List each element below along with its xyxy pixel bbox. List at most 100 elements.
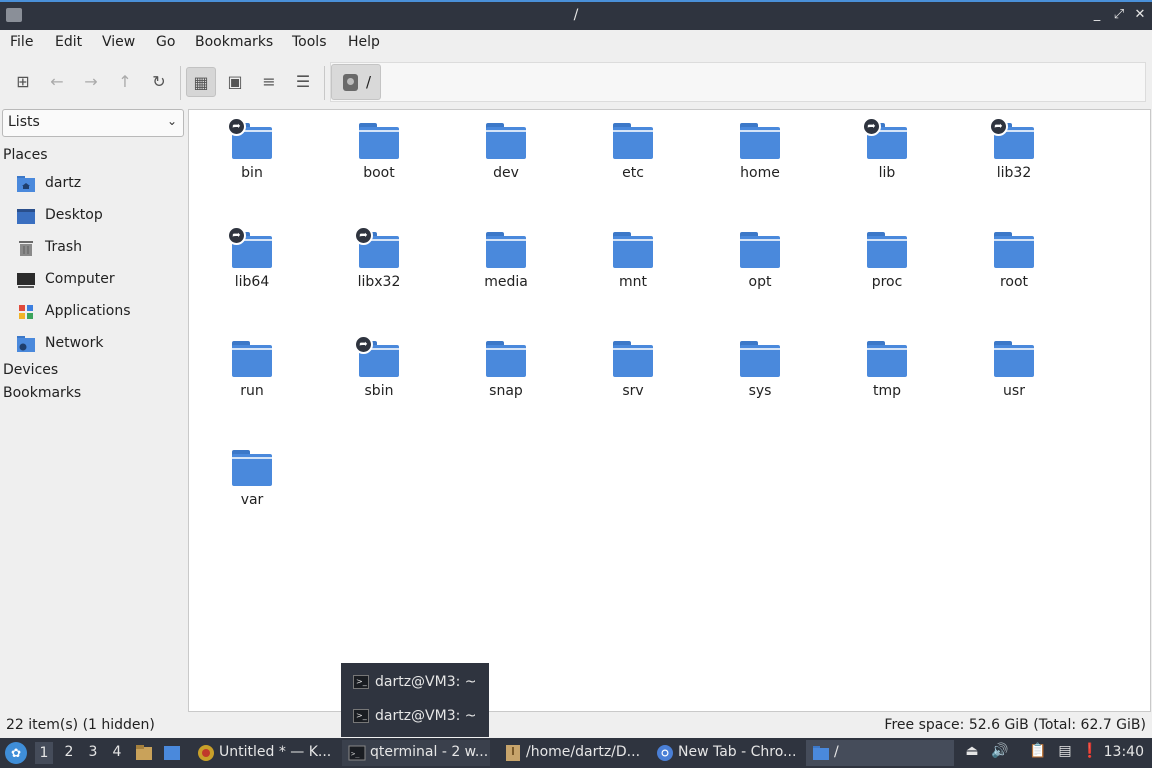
workspace-2[interactable]: 2 (60, 744, 78, 760)
folder-item[interactable]: media (451, 222, 561, 312)
folder-item[interactable]: ➦ libx32 (324, 222, 434, 312)
folder-item[interactable]: ➦ bin (197, 113, 307, 203)
places-heading[interactable]: Places (3, 147, 48, 163)
folder-item[interactable]: srv (578, 331, 688, 421)
folder-icon (359, 123, 399, 159)
volume-icon[interactable]: 🔊 (990, 743, 1010, 763)
task-kate[interactable]: Untitled * — K... (191, 740, 341, 766)
popup-window-label: dartz@VM3: ~ (375, 708, 477, 724)
folder-item[interactable]: opt (705, 222, 815, 312)
task-file-manager[interactable]: / (806, 740, 954, 766)
folder-icon (740, 232, 780, 268)
folder-name: lib64 (234, 274, 270, 290)
folder-name: sbin (364, 383, 394, 399)
popup-window-label: dartz@VM3: ~ (375, 674, 477, 690)
tray-eject-icon[interactable]: ⏏ (962, 743, 982, 763)
network-tray-icon[interactable]: ▤ (1055, 743, 1075, 763)
folder-name: lib (878, 165, 896, 181)
menu-edit[interactable]: Edit (55, 34, 82, 50)
sidebar-item-label: Trash (45, 239, 82, 255)
menu-tools[interactable]: Tools (292, 34, 327, 50)
folder-item[interactable]: ➦ sbin (324, 331, 434, 421)
maximize-icon[interactable]: ⤢ (1110, 6, 1128, 24)
menu-help[interactable]: Help (348, 34, 380, 50)
folder-name: lib32 (996, 165, 1032, 181)
popup-window-item[interactable]: >_ dartz@VM3: ~ (351, 670, 487, 696)
workspace-1[interactable]: 1 (35, 742, 53, 764)
folder-item[interactable]: sys (705, 331, 815, 421)
task-chromium[interactable]: New Tab - Chro... (650, 740, 802, 766)
folder-name: mnt (619, 274, 647, 290)
folder-item[interactable]: var (197, 440, 307, 530)
devices-heading[interactable]: Devices (3, 362, 58, 378)
window-title: / (573, 7, 579, 23)
workspace-4[interactable]: 4 (108, 744, 126, 760)
symlink-badge-icon: ➦ (354, 226, 373, 245)
workspace-3[interactable]: 3 (84, 744, 102, 760)
folder-item[interactable]: snap (451, 331, 561, 421)
detailed-list-icon[interactable]: ☰ (288, 67, 318, 97)
menu-go[interactable]: Go (156, 34, 175, 50)
reload-icon[interactable]: ↻ (144, 67, 174, 97)
folder-item[interactable]: root (959, 222, 1069, 312)
file-manager-launcher-icon[interactable] (135, 744, 153, 762)
folder-item[interactable]: ➦ lib (832, 113, 942, 203)
task-archive[interactable]: /home/dartz/D... (498, 740, 648, 766)
forward-icon[interactable]: → (76, 67, 106, 97)
folder-item[interactable]: usr (959, 331, 1069, 421)
path-bar[interactable] (330, 62, 1146, 102)
minimize-icon[interactable]: _ (1088, 6, 1106, 24)
folder-item[interactable]: ➦ lib32 (959, 113, 1069, 203)
sidebar-item-dartz[interactable]: dartz (16, 172, 184, 198)
status-bar: 22 item(s) (1 hidden) Free space: 52.6 G… (0, 714, 1152, 736)
chromium-icon (657, 745, 673, 761)
folder-item[interactable]: boot (324, 113, 434, 203)
icon-view-icon[interactable]: ▦ (186, 67, 216, 97)
menu-view[interactable]: View (102, 34, 135, 50)
folder-item[interactable]: etc (578, 113, 688, 203)
task-qterminal[interactable]: >_ qterminal - 2 w... (342, 740, 490, 766)
start-menu-icon[interactable]: ✿ (5, 742, 27, 764)
task-window-popup: >_ dartz@VM3: ~ >_ dartz@VM3: ~ (341, 663, 489, 737)
menu-file[interactable]: File (10, 34, 33, 50)
up-icon[interactable]: ↑ (110, 67, 140, 97)
thumbnail-view-icon[interactable]: ▣ (220, 67, 250, 97)
folder-name: boot (363, 165, 395, 181)
show-desktop-icon[interactable] (163, 744, 181, 762)
folder-icon (613, 232, 653, 268)
folder-item[interactable]: dev (451, 113, 561, 203)
clipboard-icon[interactable]: 📋 (1028, 743, 1048, 763)
sidebar-item-computer[interactable]: Computer (16, 268, 184, 294)
new-tab-icon[interactable]: ⊞ (8, 67, 38, 97)
side-pane-mode-select[interactable]: Lists ⌄ (2, 109, 184, 137)
popup-window-item[interactable]: >_ dartz@VM3: ~ (351, 704, 487, 730)
sidebar-item-network[interactable]: Network (16, 332, 184, 358)
toolbar-divider (324, 66, 325, 100)
folder-name: run (240, 383, 264, 399)
path-button-root[interactable]: / (331, 64, 381, 100)
symlink-badge-icon: ➦ (354, 335, 373, 354)
folder-item[interactable]: mnt (578, 222, 688, 312)
back-icon[interactable]: ← (42, 67, 72, 97)
folder-item[interactable]: home (705, 113, 815, 203)
folder-item[interactable]: run (197, 331, 307, 421)
file-view[interactable]: ➦ bin boot dev etc home ➦ lib ➦ lib32 ➦ lib64 ➦ libx3… (188, 109, 1151, 712)
sidebar-item-applications[interactable]: Applications (16, 300, 184, 326)
sidebar-item-desktop[interactable]: Desktop (16, 204, 184, 230)
folder-item[interactable]: proc (832, 222, 942, 312)
sidebar-item-trash[interactable]: Trash (16, 236, 184, 262)
folder-item[interactable]: ➦ lib64 (197, 222, 307, 312)
folder-name: dev (493, 165, 519, 181)
close-icon[interactable]: ✕ (1131, 6, 1149, 24)
menu-bookmarks[interactable]: Bookmarks (195, 34, 273, 50)
terminal-icon: >_ (353, 709, 369, 723)
folder-icon (994, 341, 1034, 377)
symlink-badge-icon: ➦ (227, 117, 246, 136)
home-folder-icon (17, 176, 35, 192)
folder-item[interactable]: tmp (832, 331, 942, 421)
compact-view-icon[interactable]: ≡ (254, 67, 284, 97)
folder-icon (867, 341, 907, 377)
update-notifier-icon[interactable]: ❗ (1080, 743, 1100, 763)
folder-name: opt (748, 274, 772, 290)
bookmarks-heading[interactable]: Bookmarks (3, 385, 81, 401)
